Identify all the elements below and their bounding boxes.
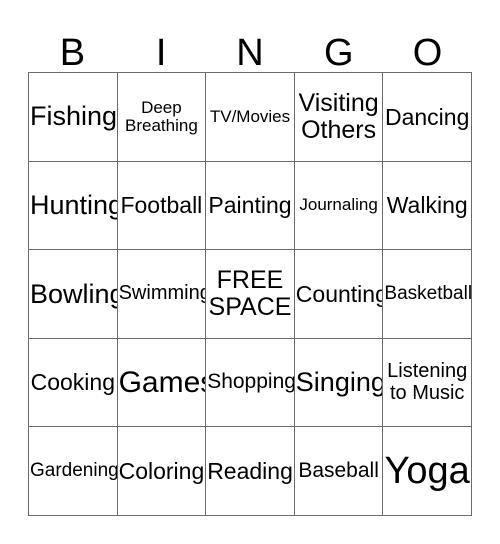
bingo-cell-label: Deep Breathing [125, 97, 198, 135]
bingo-card: B I N G O Fishing Deep Breathing TV/Movi… [0, 0, 500, 544]
bingo-cell-label: TV/Movies [209, 106, 291, 126]
bingo-cell-label: Journaling [299, 195, 378, 215]
bingo-cell-label: Swimming [118, 282, 207, 305]
bingo-cell-label: Yoga [384, 450, 470, 493]
bingo-cell[interactable]: Swimming [117, 250, 207, 339]
bingo-cell-label: Hunting [30, 190, 118, 221]
header-letter-i: I [155, 32, 167, 74]
bingo-cell[interactable]: Visiting Others [294, 73, 384, 162]
bingo-cell[interactable]: Painting [206, 161, 295, 251]
bingo-cell[interactable]: Hunting [29, 161, 118, 251]
header-letter-g: G [324, 32, 354, 74]
bingo-cell-label: Dancing [384, 103, 470, 130]
bingo-cell[interactable]: Singing [294, 338, 384, 428]
bingo-cell[interactable]: Counting [294, 250, 384, 339]
bingo-cell[interactable]: Basketball [383, 250, 472, 339]
bingo-header: B I N G O [28, 18, 472, 72]
bingo-cell-label: Bowling [30, 278, 118, 309]
bingo-cell[interactable]: Listening to Music [383, 338, 472, 428]
bingo-cell[interactable]: Baseball [294, 427, 384, 516]
bingo-cell[interactable]: Gardening [29, 427, 118, 516]
bingo-cell-label: Coloring [118, 458, 205, 484]
bingo-cell-label: Singing [295, 367, 384, 398]
bingo-cell-label: Painting [208, 192, 292, 219]
bingo-cell-label: Shopping [207, 370, 295, 394]
bingo-cell-label: Visiting Others [298, 89, 379, 144]
bingo-cell-label: FREE SPACE [208, 266, 292, 321]
bingo-cell-label: Counting [295, 280, 384, 307]
header-letter-n: N [236, 32, 264, 74]
bingo-cell[interactable]: Journaling [294, 161, 384, 251]
bingo-cell[interactable]: TV/Movies [206, 73, 295, 162]
bingo-cell-label: Fishing [30, 101, 118, 132]
bingo-cell[interactable]: Bowling [29, 250, 118, 339]
bingo-cell[interactable]: Deep Breathing [117, 73, 207, 162]
bingo-cell-label: Games [118, 365, 207, 399]
bingo-cell-label: Gardening [30, 460, 118, 482]
bingo-cell-label: Football [120, 192, 203, 219]
bingo-cell[interactable]: Football [117, 161, 207, 251]
bingo-cell-label: Cooking [30, 369, 115, 396]
bingo-grid: Fishing Deep Breathing TV/Movies Visitin… [28, 72, 472, 516]
bingo-cell-free-space[interactable]: FREE SPACE [206, 250, 295, 339]
bingo-cell-label: Baseball [298, 459, 379, 483]
bingo-cell-label: Reading [207, 458, 293, 484]
bingo-cell[interactable]: Shopping [206, 338, 295, 428]
header-letter-o: O [412, 32, 443, 74]
bingo-cell[interactable]: Walking [383, 161, 472, 251]
bingo-cell[interactable]: Dancing [383, 73, 472, 162]
bingo-cell[interactable]: Cooking [29, 338, 118, 428]
bingo-cell-label: Walking [386, 192, 468, 219]
bingo-cell[interactable]: Coloring [117, 427, 207, 516]
bingo-cell[interactable]: Yoga [383, 427, 472, 516]
bingo-cell[interactable]: Games [117, 338, 207, 428]
bingo-cell[interactable]: Reading [206, 427, 295, 516]
bingo-cell-label: Listening to Music [387, 360, 468, 404]
header-letter-b: B [59, 32, 86, 74]
bingo-cell[interactable]: Fishing [29, 73, 118, 162]
bingo-cell-label: Basketball [384, 282, 472, 304]
